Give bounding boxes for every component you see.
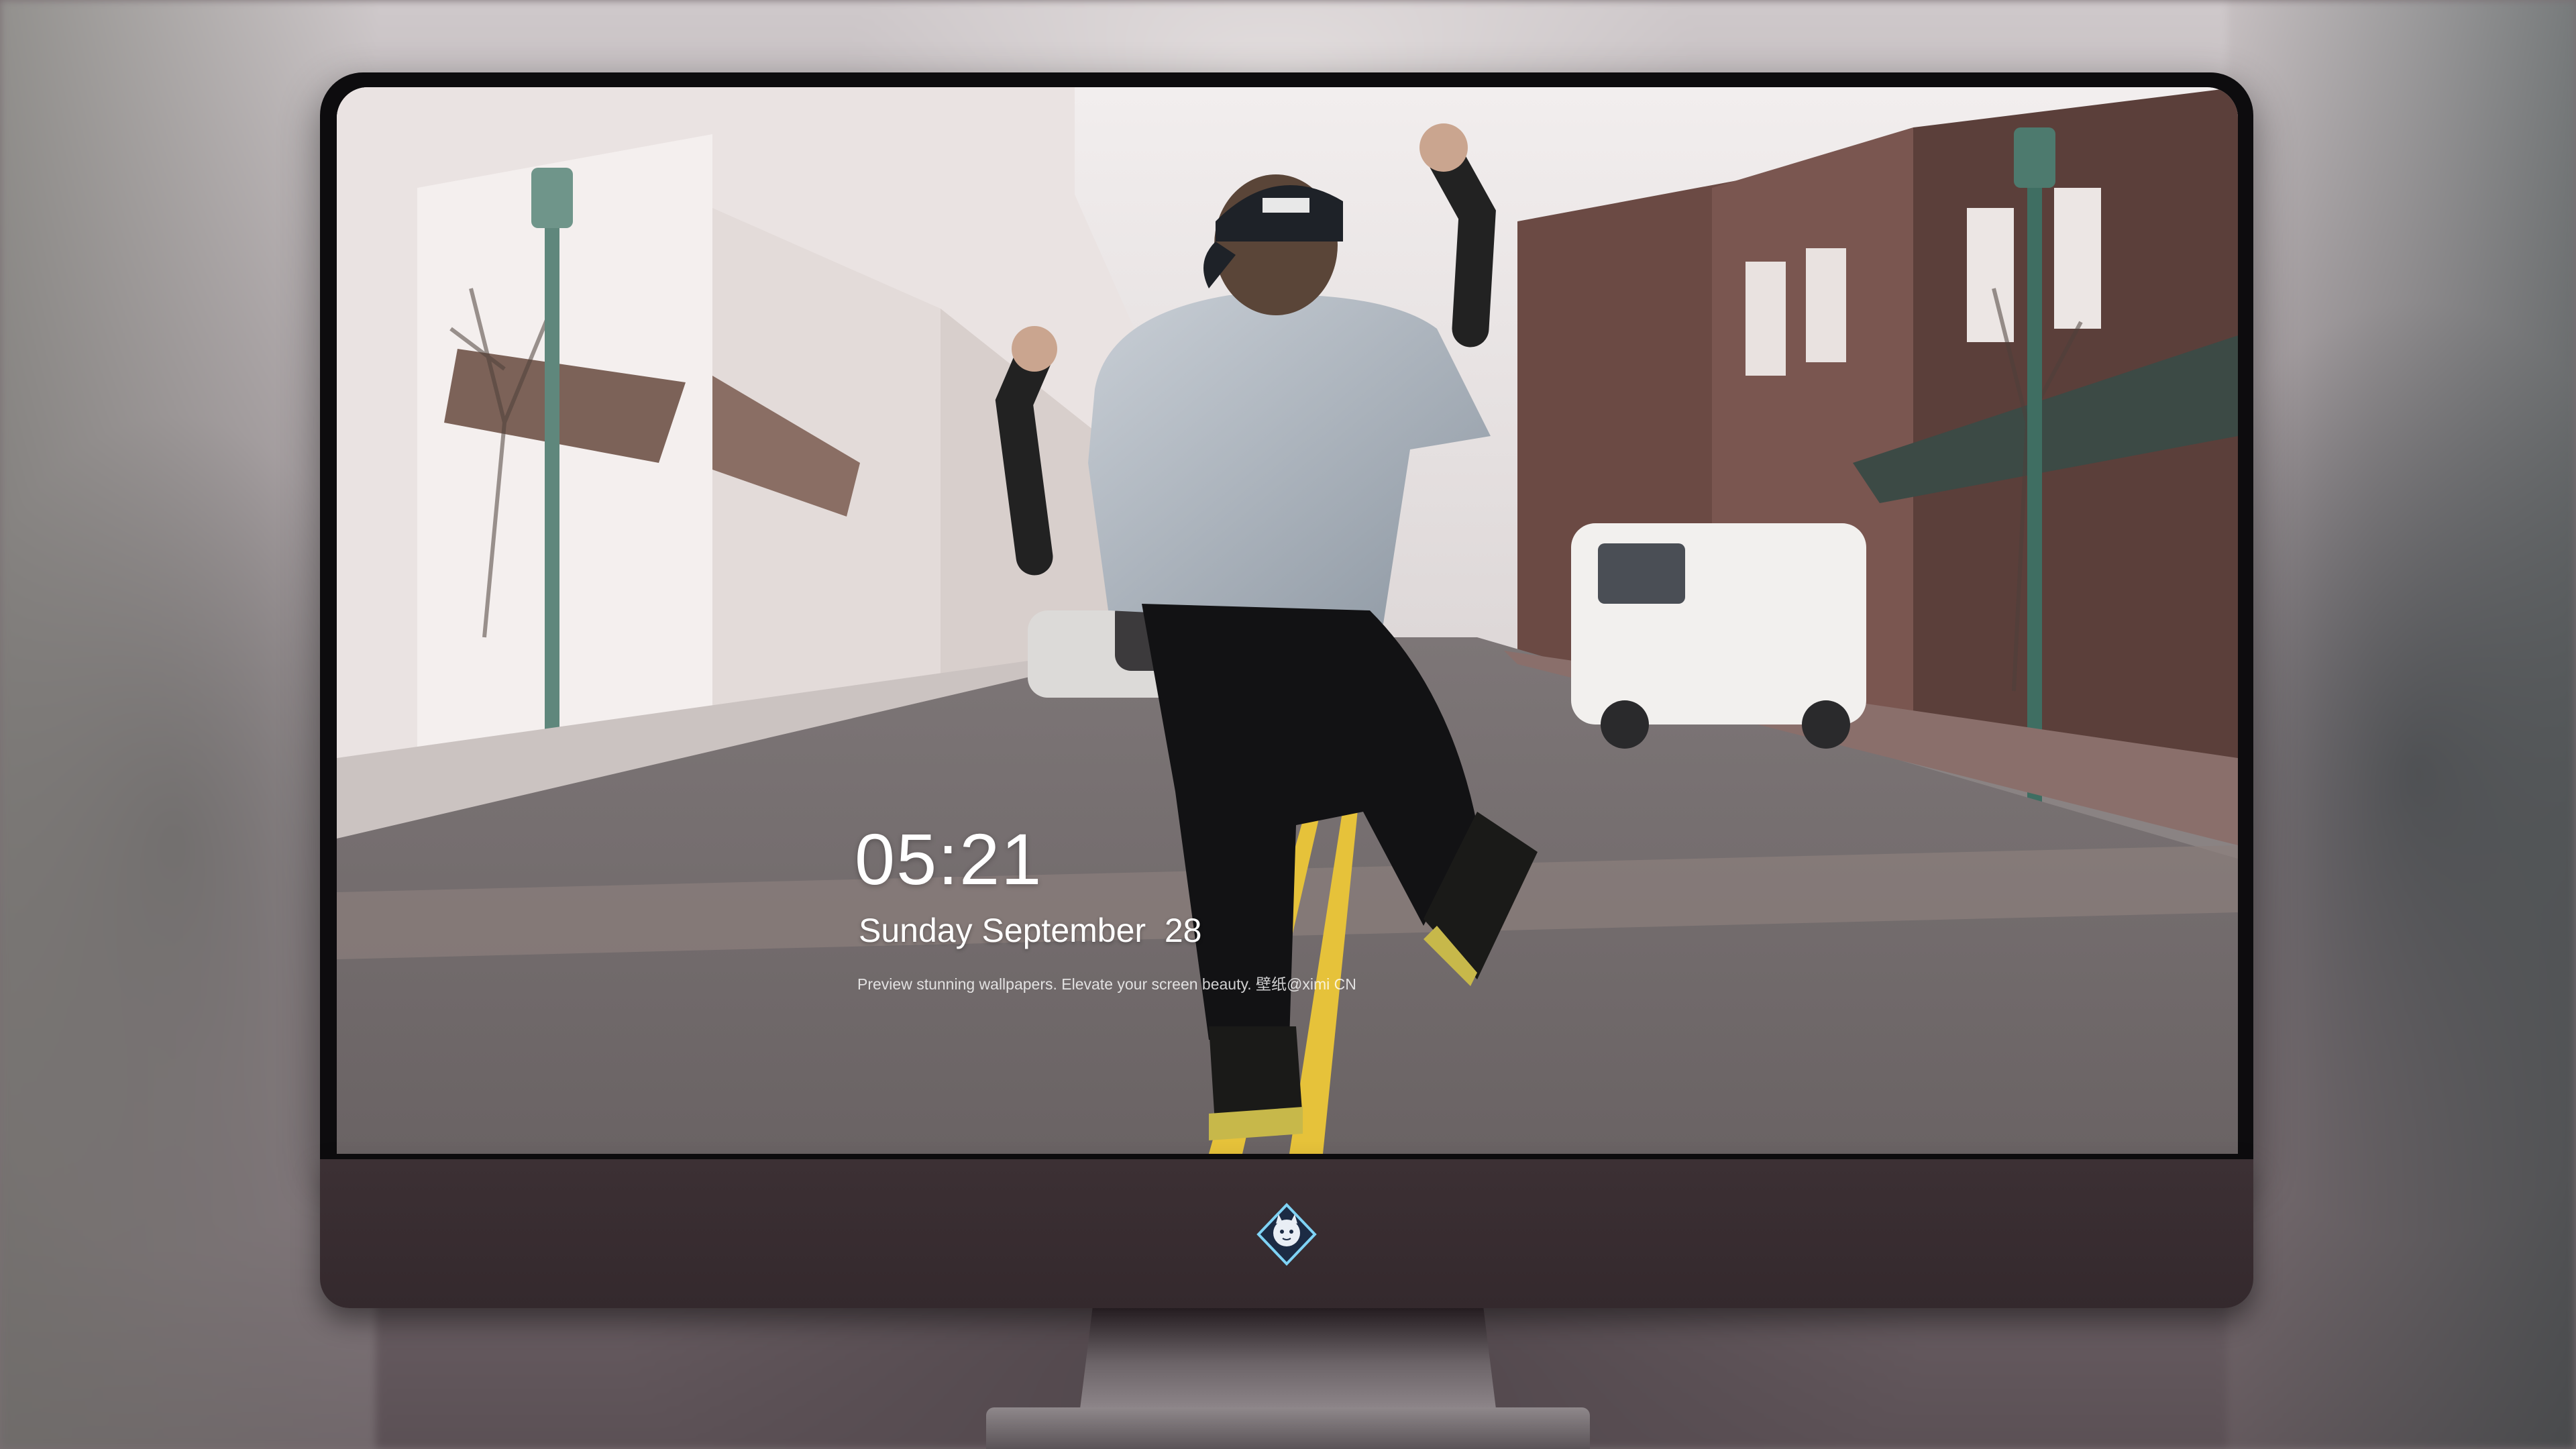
lock-clock: 05:21 [855,818,1043,900]
desktop-screen: 05:21 Sunday September 28 Preview stunni… [337,87,2238,1154]
wallpaper-tagline: Preview stunning wallpapers. Elevate you… [857,975,1356,993]
monitor-stand-base [986,1407,1590,1449]
lock-date: Sunday September 28 [859,912,1202,949]
brand-logo-icon [1256,1203,1317,1266]
monitor-stand [1080,1308,1496,1409]
